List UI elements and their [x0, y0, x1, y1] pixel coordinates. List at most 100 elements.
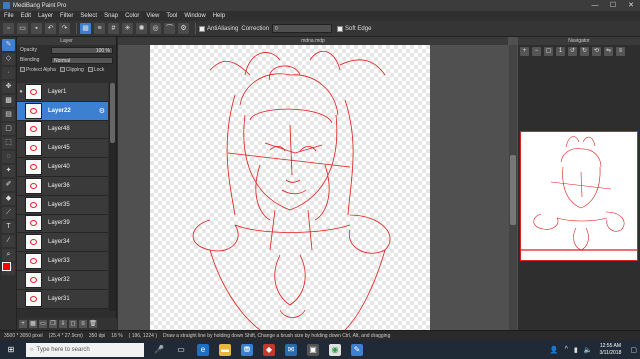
notifications-icon[interactable]: ▢	[630, 346, 637, 354]
canvas-scrollbar[interactable]	[509, 45, 517, 330]
clock[interactable]: 12:55 AM 3/11/2018	[600, 343, 622, 357]
layer-row[interactable]: ● Layer1	[17, 83, 108, 102]
menu-layer[interactable]: Layer	[38, 13, 53, 19]
antialiasing-checkbox[interactable]	[199, 25, 205, 32]
menu-file[interactable]: File	[4, 13, 14, 19]
select-tool-icon[interactable]: ⬚	[2, 137, 15, 149]
minimize-button[interactable]: —	[586, 0, 604, 11]
layer-row[interactable]: Layer39	[17, 214, 108, 234]
task-view-icon[interactable]: ▭	[175, 344, 187, 356]
menu-edit[interactable]: Edit	[21, 13, 31, 19]
snap-cross-icon[interactable]: #	[108, 23, 119, 34]
move-tool-icon[interactable]: ✥	[2, 81, 15, 93]
menu-color[interactable]: Color	[125, 13, 139, 19]
opacity-slider[interactable]: 100 %	[51, 46, 113, 54]
eyedropper-icon[interactable]: ⁄	[2, 235, 15, 247]
duplicate-layer-icon[interactable]: ❐	[49, 320, 57, 328]
navigator-preview[interactable]	[520, 131, 638, 261]
layer-row[interactable]: Layer48	[17, 120, 108, 140]
navigator-menu-icon[interactable]: ≡	[616, 46, 625, 56]
snap-vanishing-icon[interactable]: ✳	[122, 23, 133, 34]
layer-row[interactable]: Layer35	[17, 195, 108, 215]
redo-icon[interactable]: ↷	[59, 23, 70, 34]
menu-window[interactable]: Window	[184, 13, 205, 19]
document-tab[interactable]: mdna.mdp	[118, 37, 508, 45]
medibang-taskbar-icon[interactable]: ✎	[351, 343, 363, 356]
mail-icon[interactable]: ✉	[285, 343, 297, 356]
visibility-icon[interactable]: ●	[17, 89, 25, 95]
gradient-tool-icon[interactable]: ▤	[2, 109, 15, 121]
tray-chevron-icon[interactable]: ^	[565, 346, 568, 353]
menu-tool[interactable]: Tool	[166, 13, 177, 19]
layer-row[interactable]: Layer33	[17, 252, 108, 271]
layer-row[interactable]: Layer40	[17, 158, 108, 177]
taskbar-search[interactable]: ○ Type here to search	[26, 342, 144, 357]
snap-concentric-icon[interactable]: ◎	[150, 23, 161, 34]
lasso-tool-icon[interactable]: ◌	[2, 151, 15, 163]
network-icon[interactable]: ▮	[574, 346, 578, 354]
eraser-tool-icon[interactable]: ◇	[2, 53, 15, 65]
blending-select[interactable]: Normal	[51, 56, 113, 64]
correction-select[interactable]: 0	[272, 24, 333, 33]
dot-tool-icon[interactable]: ·	[2, 67, 15, 79]
layer-settings-icon[interactable]: ⚙	[99, 107, 105, 115]
snap-curve-icon[interactable]: ⌒	[164, 23, 175, 34]
menu-view[interactable]: View	[146, 13, 159, 19]
divide-tool-icon[interactable]: ⟋	[2, 207, 15, 219]
menu-filter[interactable]: Filter	[60, 13, 73, 19]
snap-parallel-icon[interactable]: ≡	[94, 23, 105, 34]
text-tool-icon[interactable]: T	[2, 221, 15, 233]
menu-select[interactable]: Select	[80, 13, 97, 19]
layer-row-selected[interactable]: Layer22 ⚙	[17, 101, 108, 121]
fill-tool-icon[interactable]: ▩	[2, 95, 15, 107]
rotate-right-icon[interactable]: ↻	[580, 46, 589, 56]
windows-start-icon[interactable]: ⊞	[5, 344, 17, 356]
open-file-icon[interactable]: ▭	[17, 23, 28, 34]
layer-row[interactable]: Layer32	[17, 270, 108, 290]
layer-row[interactable]: Layer31	[17, 289, 108, 309]
file-explorer-icon[interactable]: ▬	[219, 343, 231, 356]
shape-tool-icon[interactable]: ▢	[2, 123, 15, 135]
undo-icon[interactable]: ↶	[45, 23, 56, 34]
brush-tool-icon[interactable]: ✎	[2, 39, 15, 51]
layer-row[interactable]: Layer45	[17, 139, 108, 159]
store-icon[interactable]: ⛃	[241, 343, 253, 356]
layer-row[interactable]: Layer34	[17, 233, 108, 253]
menu-snap[interactable]: Snap	[104, 13, 118, 19]
protect-alpha-toggle[interactable]: Protect Alpha	[20, 67, 56, 73]
fit-icon[interactable]: ▢	[544, 46, 553, 56]
save-icon[interactable]: ▪	[31, 23, 42, 34]
rotate-left-icon[interactable]: ↺	[568, 46, 577, 56]
layer-row[interactable]: Layer36	[17, 176, 108, 196]
snap-settings-icon[interactable]: ⚙	[178, 23, 189, 34]
lock-toggle[interactable]: Lock	[87, 67, 104, 73]
app-icon-red[interactable]: ◆	[263, 343, 275, 356]
new-layer-icon[interactable]: +	[19, 320, 27, 328]
flip-icon[interactable]: ⇋	[604, 46, 613, 56]
snap-off-icon[interactable]: ▦	[80, 23, 91, 34]
menu-help[interactable]: Help	[213, 13, 225, 19]
foreground-color-swatch[interactable]	[2, 262, 11, 271]
layer-list-scrollbar[interactable]	[109, 83, 116, 311]
clipping-toggle[interactable]: Clipping	[59, 67, 84, 73]
app-icon-dark[interactable]: ▣	[307, 343, 319, 356]
edge-browser-icon[interactable]: e	[197, 343, 209, 356]
softedge-checkbox[interactable]	[337, 25, 344, 32]
microphone-icon[interactable]: 🎤	[153, 344, 165, 356]
zoom-out-icon[interactable]: −	[532, 46, 541, 56]
actual-size-icon[interactable]: 1	[556, 46, 565, 56]
magic-wand-icon[interactable]: ✦	[2, 165, 15, 177]
zoom-in-icon[interactable]: +	[520, 46, 529, 56]
people-icon[interactable]: 👤	[550, 346, 559, 354]
volume-icon[interactable]: 🔈	[584, 346, 593, 354]
drawing-canvas[interactable]	[150, 45, 430, 330]
new-halftone-layer-icon[interactable]: ▦	[29, 320, 37, 328]
chrome-icon[interactable]: ◉	[329, 343, 341, 356]
select-eraser-icon[interactable]: ◆	[2, 193, 15, 205]
close-button[interactable]: ✕	[622, 0, 640, 11]
new-file-icon[interactable]: ▫	[3, 23, 14, 34]
maximize-button[interactable]: ☐	[604, 0, 622, 11]
snap-radial-icon[interactable]: ✺	[136, 23, 147, 34]
clear-layer-icon[interactable]: ◻	[69, 320, 77, 328]
reset-rotation-icon[interactable]: ⟲	[592, 46, 601, 56]
